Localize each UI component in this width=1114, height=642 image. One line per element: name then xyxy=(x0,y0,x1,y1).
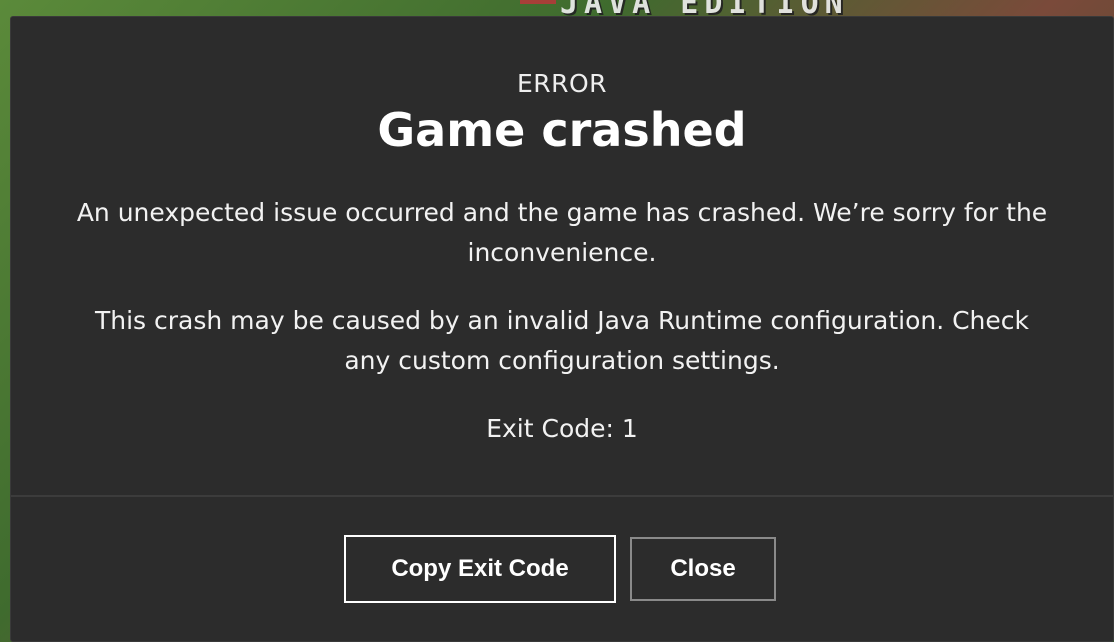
dialog-footer: Copy Exit Code Close xyxy=(11,497,1113,641)
logo-accent-block xyxy=(520,0,556,4)
exit-code-text: Exit Code: 1 xyxy=(486,414,638,443)
crash-message: An unexpected issue occurred and the gam… xyxy=(76,198,1048,267)
crash-dialog: ERROR Game crashed An unexpected issue o… xyxy=(10,16,1114,642)
dialog-title: Game crashed xyxy=(377,103,747,157)
crash-cause-message: This crash may be caused by an invalid J… xyxy=(94,306,1030,375)
java-edition-logo: JAVA EDITION xyxy=(520,0,880,21)
close-button[interactable]: Close xyxy=(630,537,776,601)
dialog-body: ERROR Game crashed An unexpected issue o… xyxy=(11,17,1113,495)
error-kicker: ERROR xyxy=(516,69,608,98)
copy-exit-code-button[interactable]: Copy Exit Code xyxy=(344,535,616,603)
